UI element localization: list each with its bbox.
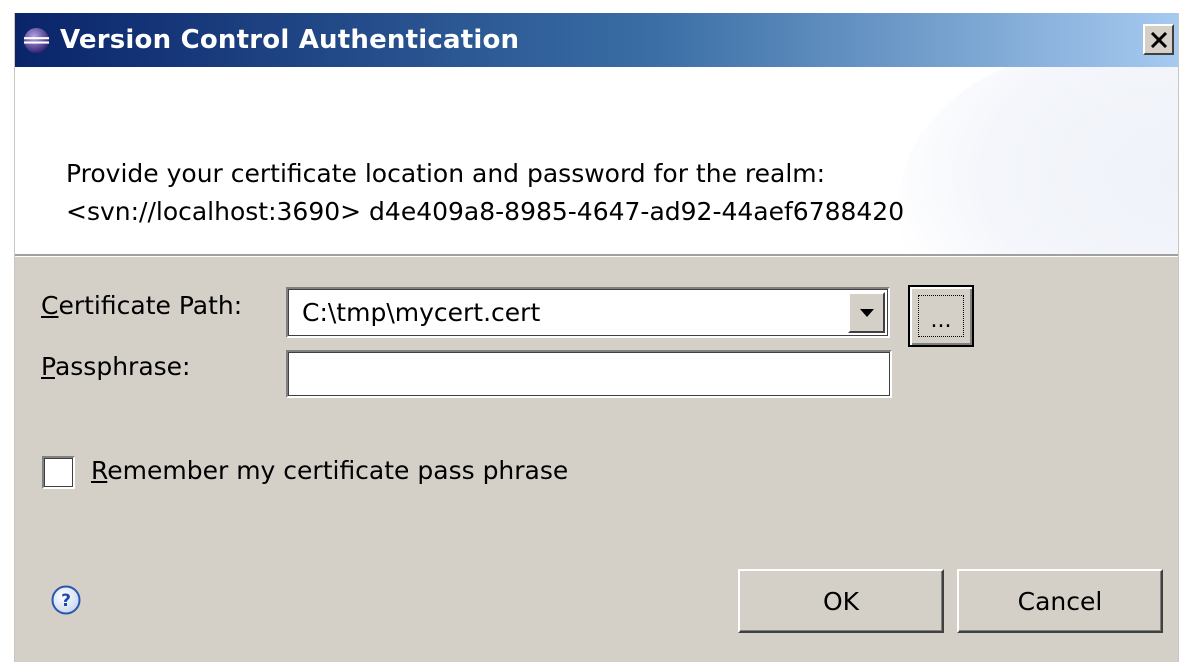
passphrase-label-text: assphrase: bbox=[54, 352, 191, 381]
remember-passphrase-checkbox[interactable] bbox=[42, 456, 75, 489]
remember-mnemonic: R bbox=[91, 456, 108, 485]
remember-label-text: emember my certificate pass phrase bbox=[107, 456, 569, 485]
ok-button[interactable]: OK bbox=[738, 569, 944, 633]
message-line-2: <svn://localhost:3690> d4e409a8-8985-464… bbox=[66, 197, 905, 226]
certificate-path-label-text: ertificate Path: bbox=[58, 291, 243, 320]
passphrase-field[interactable] bbox=[286, 350, 892, 398]
passphrase-label: Passphrase: bbox=[41, 352, 190, 381]
certificate-path-combo[interactable]: C:\tmp\mycert.cert bbox=[286, 287, 890, 338]
browse-button-label: ... bbox=[918, 295, 964, 337]
svg-text:?: ? bbox=[61, 591, 71, 611]
combo-dropdown-button[interactable] bbox=[848, 292, 885, 333]
message-area: Provide your certificate location and pa… bbox=[15, 67, 1178, 256]
separator bbox=[15, 256, 1178, 257]
passphrase-mnemonic: P bbox=[41, 352, 55, 381]
certificate-path-value[interactable]: C:\tmp\mycert.cert bbox=[302, 289, 540, 336]
close-icon bbox=[1150, 31, 1167, 48]
remember-passphrase-label[interactable]: Remember my certificate pass phrase bbox=[91, 456, 568, 485]
window-title: Version Control Authentication bbox=[60, 25, 520, 55]
certificate-path-mnemonic: C bbox=[41, 291, 59, 320]
eclipse-icon bbox=[23, 27, 50, 54]
browse-button[interactable]: ... bbox=[908, 285, 974, 347]
close-button[interactable] bbox=[1143, 24, 1174, 55]
cancel-button[interactable]: Cancel bbox=[957, 569, 1163, 633]
auth-dialog: Version Control Authentication Provide y… bbox=[14, 13, 1179, 662]
help-icon[interactable]: ? bbox=[51, 585, 81, 615]
banner-decoration bbox=[898, 67, 1178, 254]
chevron-down-icon bbox=[859, 308, 874, 317]
message-line-1: Provide your certificate location and pa… bbox=[66, 159, 826, 188]
title-bar[interactable]: Version Control Authentication bbox=[15, 13, 1178, 67]
certificate-path-label: Certificate Path: bbox=[41, 291, 242, 320]
